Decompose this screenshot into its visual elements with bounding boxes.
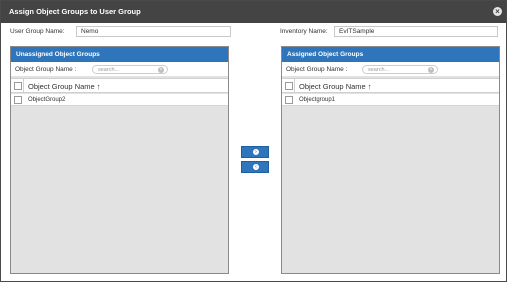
row-object-group-name: ObjectGroup2 bbox=[28, 97, 66, 103]
assigned-filter-label: Object Group Name : bbox=[286, 66, 348, 73]
assigned-search-placeholder: search... bbox=[368, 67, 390, 73]
unassigned-filter-label: Object Group Name : bbox=[15, 66, 77, 73]
unassigned-panel-header: Unassigned Object Groups bbox=[11, 47, 228, 62]
column-divider bbox=[23, 79, 24, 92]
inventory-field[interactable]: EvITSample bbox=[334, 26, 498, 37]
assigned-object-groups-panel: Assigned Object Groups Object Group Name… bbox=[281, 46, 500, 274]
user-group-field[interactable]: Nemo bbox=[76, 26, 231, 37]
assigned-grid-header: Object Group Name ↑ bbox=[282, 78, 499, 93]
table-row[interactable]: Objectgroup1 bbox=[282, 94, 499, 106]
unassigned-column-header[interactable]: Object Group Name ↑ bbox=[28, 82, 101, 91]
unassign-button[interactable]: ‹ bbox=[241, 161, 269, 173]
unassigned-search-placeholder: search... bbox=[98, 67, 120, 73]
arrow-right-icon: › bbox=[253, 149, 259, 155]
close-icon[interactable]: × bbox=[493, 7, 502, 16]
assigned-select-all-checkbox[interactable] bbox=[285, 82, 293, 90]
inventory-label: Inventory Name: bbox=[280, 28, 328, 35]
table-row[interactable]: ObjectGroup2 bbox=[11, 94, 228, 106]
assigned-column-header[interactable]: Object Group Name ↑ bbox=[299, 82, 372, 91]
sort-ascending-icon: ↑ bbox=[96, 82, 101, 91]
row-checkbox[interactable] bbox=[285, 96, 293, 104]
clear-search-icon[interactable]: × bbox=[428, 67, 434, 73]
user-group-label: User Group Name: bbox=[10, 28, 65, 35]
dialog-title: Assign Object Groups to User Group bbox=[9, 7, 141, 16]
assign-object-groups-dialog: Assign Object Groups to User Group × Use… bbox=[0, 0, 507, 282]
arrow-left-icon: ‹ bbox=[253, 164, 259, 170]
column-divider bbox=[294, 79, 295, 92]
assigned-panel-header: Assigned Object Groups bbox=[282, 47, 499, 62]
clear-search-icon[interactable]: × bbox=[158, 67, 164, 73]
assigned-search-input[interactable]: search... × bbox=[362, 65, 438, 74]
sort-ascending-icon: ↑ bbox=[367, 82, 372, 91]
assigned-filter-row: Object Group Name : search... × bbox=[282, 62, 499, 76]
dialog-titlebar: Assign Object Groups to User Group × bbox=[1, 1, 506, 23]
unassigned-object-groups-panel: Unassigned Object Groups Object Group Na… bbox=[10, 46, 229, 274]
unassigned-filter-row: Object Group Name : search... × bbox=[11, 62, 228, 76]
unassigned-grid-header: Object Group Name ↑ bbox=[11, 78, 228, 93]
row-checkbox[interactable] bbox=[14, 96, 22, 104]
unassigned-search-input[interactable]: search... × bbox=[92, 65, 168, 74]
row-object-group-name: Objectgroup1 bbox=[299, 97, 336, 103]
assign-button[interactable]: › bbox=[241, 146, 269, 158]
unassigned-select-all-checkbox[interactable] bbox=[14, 82, 22, 90]
